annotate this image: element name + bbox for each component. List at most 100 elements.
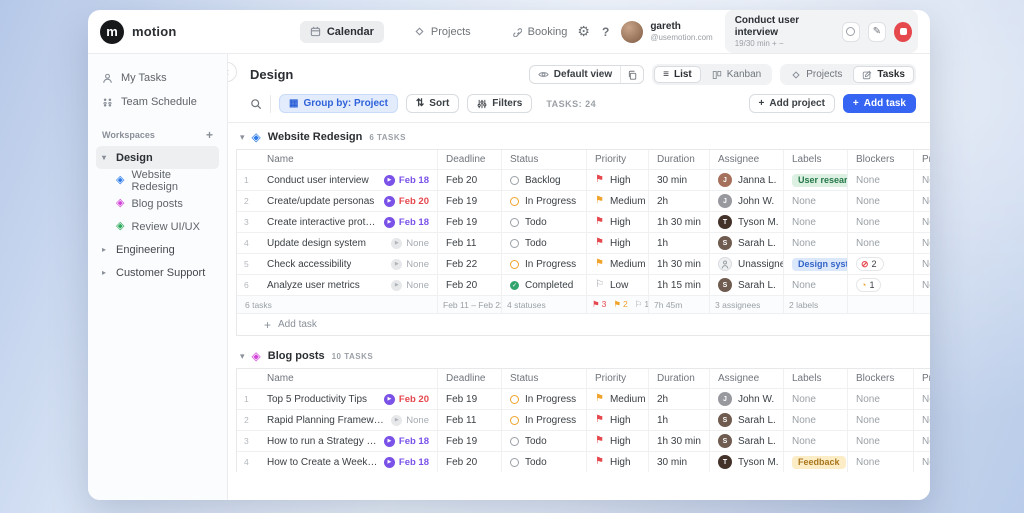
column-header[interactable]: Status xyxy=(501,369,586,388)
schedule-chip[interactable]: ▶ None xyxy=(391,259,429,270)
view-option-list[interactable]: ≡ List xyxy=(654,66,701,83)
priority-cell[interactable]: ⚑ Medium xyxy=(586,190,648,211)
search-button[interactable] xyxy=(250,95,271,113)
labels-cell[interactable]: None xyxy=(783,430,847,451)
blockers-cell[interactable]: ⊘2 xyxy=(847,253,913,274)
caret-down-icon[interactable]: ▾ xyxy=(240,132,245,143)
scope-option-tasks[interactable]: Tasks xyxy=(853,66,914,83)
tab-projects[interactable]: Projects xyxy=(404,21,481,43)
duration-cell[interactable]: 1h 15 min xyxy=(648,274,709,295)
task-name[interactable]: Top 5 Productivity Tips xyxy=(267,394,367,405)
blockers-cell[interactable]: None xyxy=(847,211,913,232)
status-cell[interactable]: Todo xyxy=(501,211,586,232)
deadline-cell[interactable]: Feb 11 xyxy=(437,232,501,253)
sidebar-project-blog-posts[interactable]: ◈ Blog posts xyxy=(96,192,219,215)
column-header[interactable]: Pro xyxy=(913,150,930,169)
add-task-button[interactable]: + Add task xyxy=(843,94,916,113)
caret-down-icon[interactable]: ▾ xyxy=(240,351,245,362)
status-cell[interactable]: Todo xyxy=(501,430,586,451)
assignee-cell[interactable]: J John W. xyxy=(709,388,783,409)
priority-cell[interactable]: ⚑ High xyxy=(586,169,648,190)
column-header[interactable]: Labels xyxy=(783,150,847,169)
progress-cell[interactable]: None xyxy=(913,388,930,409)
status-cell[interactable]: In Progress xyxy=(501,190,586,211)
group-by-button[interactable]: ▦ Group by: Project xyxy=(279,94,398,113)
task-name[interactable]: How to Create a Weekly Plan xyxy=(267,457,378,468)
assignee-cell[interactable]: J Janna L. xyxy=(709,169,783,190)
timer-minus-button[interactable]: − xyxy=(779,39,784,48)
duration-cell[interactable]: 30 min xyxy=(648,451,709,472)
workspace-engineering[interactable]: ▸ Engineering xyxy=(96,238,219,261)
priority-cell[interactable]: ⚑ High xyxy=(586,451,648,472)
blocker-chip[interactable]: ◔1 xyxy=(856,278,881,292)
priority-cell[interactable]: ⚑ High xyxy=(586,409,648,430)
sidebar-item-my-tasks[interactable]: My Tasks xyxy=(96,66,219,90)
column-header[interactable]: Priority xyxy=(586,150,648,169)
column-header[interactable]: Pro xyxy=(913,369,930,388)
section-title[interactable]: Blog posts xyxy=(268,350,325,362)
labels-cell[interactable]: User research xyxy=(783,169,847,190)
timer-stop-button[interactable] xyxy=(894,22,912,42)
labels-cell[interactable]: None xyxy=(783,274,847,295)
labels-cell[interactable]: None xyxy=(783,409,847,430)
deadline-cell[interactable]: Feb 20 xyxy=(437,274,501,295)
priority-cell[interactable]: ⚑ Medium xyxy=(586,388,648,409)
add-task-row[interactable]: + Add task xyxy=(237,313,930,335)
assignee-cell[interactable]: Unassigned xyxy=(709,253,783,274)
schedule-chip[interactable]: ▶ Feb 18 xyxy=(384,217,429,228)
status-cell[interactable]: In Progress xyxy=(501,253,586,274)
progress-cell[interactable]: None xyxy=(913,253,930,274)
column-header[interactable]: Blockers xyxy=(847,150,913,169)
status-cell[interactable]: Backlog xyxy=(501,169,586,190)
timer-complete-button[interactable] xyxy=(842,22,860,42)
progress-cell[interactable]: None xyxy=(913,211,930,232)
duration-cell[interactable]: 1h xyxy=(648,409,709,430)
task-row[interactable]: 1 Top 5 Productivity Tips ▶ Feb 20 Feb 1… xyxy=(237,388,930,409)
section-title[interactable]: Website Redesign xyxy=(268,131,363,143)
column-header[interactable]: Blockers xyxy=(847,369,913,388)
assignee-cell[interactable]: S Sarah L. xyxy=(709,430,783,451)
task-row[interactable]: 1 Conduct user interview ▶ Feb 18 Feb 20… xyxy=(237,169,930,190)
blockers-cell[interactable]: None xyxy=(847,169,913,190)
task-row[interactable]: 4 Update design system ▶ None Feb 11 Tod… xyxy=(237,232,930,253)
deadline-cell[interactable]: Feb 19 xyxy=(437,388,501,409)
schedule-chip[interactable]: ▶ Feb 18 xyxy=(384,457,429,468)
deadline-cell[interactable]: Feb 11 xyxy=(437,409,501,430)
labels-cell[interactable]: Design system xyxy=(783,253,847,274)
assignee-cell[interactable]: S Sarah L. xyxy=(709,409,783,430)
task-row[interactable]: 5 Check accessibility ▶ None Feb 22 In P… xyxy=(237,253,930,274)
deadline-cell[interactable]: Feb 20 xyxy=(437,451,501,472)
status-cell[interactable]: Todo xyxy=(501,451,586,472)
deadline-cell[interactable]: Feb 19 xyxy=(437,190,501,211)
scope-option-projects[interactable]: Projects xyxy=(782,66,851,83)
column-header[interactable]: Name xyxy=(259,150,437,169)
progress-cell[interactable]: None xyxy=(913,274,930,295)
progress-cell[interactable]: None xyxy=(913,451,930,472)
deadline-cell[interactable]: Feb 19 xyxy=(437,211,501,232)
blockers-cell[interactable]: None xyxy=(847,451,913,472)
view-option-kanban[interactable]: Kanban xyxy=(703,66,770,83)
user-menu[interactable]: gareth @usemotion.com xyxy=(621,21,712,43)
workspace-design[interactable]: ▾ Design xyxy=(96,146,219,169)
deadline-cell[interactable]: Feb 20 xyxy=(437,169,501,190)
blockers-cell[interactable]: None xyxy=(847,388,913,409)
tab-booking[interactable]: Booking xyxy=(501,21,578,43)
sort-button[interactable]: ⇅ Sort xyxy=(406,94,459,113)
task-name[interactable]: Create/update personas xyxy=(267,196,374,207)
assignee-cell[interactable]: T Tyson M. xyxy=(709,211,783,232)
duration-cell[interactable]: 1h 30 min xyxy=(648,211,709,232)
gear-icon[interactable]: ⚙ xyxy=(577,23,590,40)
task-name[interactable]: Conduct user interview xyxy=(267,175,369,186)
blockers-cell[interactable]: None xyxy=(847,232,913,253)
duration-cell[interactable]: 1h xyxy=(648,232,709,253)
task-name[interactable]: Update design system xyxy=(267,238,366,249)
add-workspace-button[interactable]: + xyxy=(206,128,213,142)
column-header[interactable]: Assignee xyxy=(709,150,783,169)
blockers-cell[interactable]: ◔1 xyxy=(847,274,913,295)
schedule-chip[interactable]: ▶ Feb 20 xyxy=(384,196,429,207)
column-header[interactable]: Name xyxy=(259,369,437,388)
duration-cell[interactable]: 30 min xyxy=(648,169,709,190)
duration-cell[interactable]: 2h xyxy=(648,190,709,211)
task-name[interactable]: Rapid Planning Frameworks xyxy=(267,415,385,426)
assignee-cell[interactable]: T Tyson M. xyxy=(709,451,783,472)
